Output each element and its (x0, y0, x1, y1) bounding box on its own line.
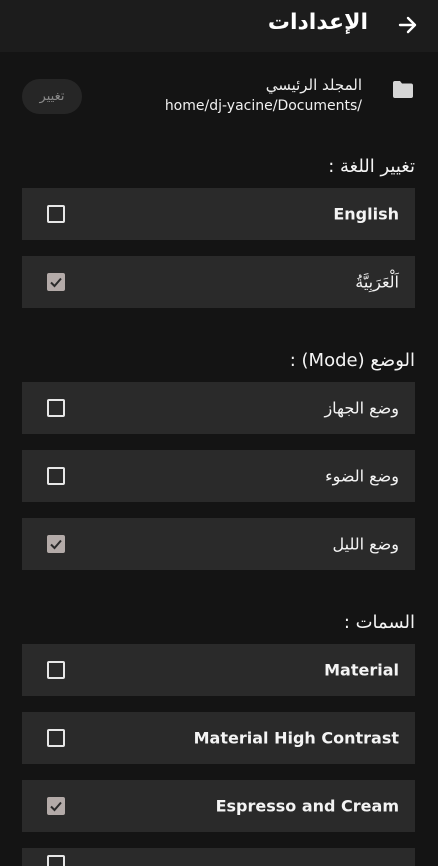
checkbox[interactable] (47, 535, 65, 553)
checkbox[interactable] (47, 205, 65, 223)
theme-option-espresso-cream[interactable]: Espresso and Cream (22, 780, 415, 832)
themes-section-title: السمات : (343, 612, 415, 633)
language-option-english[interactable]: English (22, 188, 415, 240)
main-folder-path: home/dj-yacine/Documents/ (164, 98, 362, 114)
option-label: English (333, 204, 399, 224)
theme-option-material[interactable]: Material (22, 644, 415, 696)
option-label: Material (324, 660, 399, 680)
language-section-title: تغيير اللغة : (328, 156, 415, 177)
option-label: Material High Contrast (193, 728, 399, 748)
app-header: الإعدادات (0, 0, 438, 52)
mode-option-dark[interactable]: وضع الليل (22, 518, 415, 570)
theme-option-material-high-contrast[interactable]: Material High Contrast (22, 712, 415, 764)
checkbox[interactable] (47, 273, 65, 291)
checkbox[interactable] (47, 467, 65, 485)
checkbox[interactable] (47, 661, 65, 679)
mode-option-light[interactable]: وضع الضوء (22, 450, 415, 502)
language-option-arabic[interactable]: اَلْعَرَبِيَّةُ (22, 256, 415, 308)
theme-option-partial[interactable] (22, 848, 415, 866)
checkbox[interactable] (47, 399, 65, 417)
check-icon (50, 277, 62, 288)
option-label: Espresso and Cream (215, 796, 399, 816)
page-title: الإعدادات (267, 10, 368, 35)
arrow-right-icon[interactable] (396, 13, 420, 37)
checkbox[interactable] (47, 797, 65, 815)
checkbox[interactable] (47, 729, 65, 747)
mode-option-device[interactable]: وضع الجهاز (22, 382, 415, 434)
check-icon (50, 801, 62, 812)
checkbox[interactable] (47, 855, 65, 866)
main-folder-label: المجلد الرئيسي (265, 76, 362, 94)
option-label: وضع الليل (332, 534, 399, 554)
folder-icon (392, 80, 414, 100)
change-folder-button[interactable]: تغيير (22, 79, 82, 114)
option-label: وضع الجهاز (324, 398, 399, 418)
check-icon (50, 539, 62, 550)
option-label: وضع الضوء (325, 466, 399, 486)
main-folder-row: المجلد الرئيسي home/dj-yacine/Documents/… (0, 70, 438, 126)
mode-section-title: الوضع (Mode) : (289, 350, 415, 371)
option-label: اَلْعَرَبِيَّةُ (355, 272, 399, 292)
